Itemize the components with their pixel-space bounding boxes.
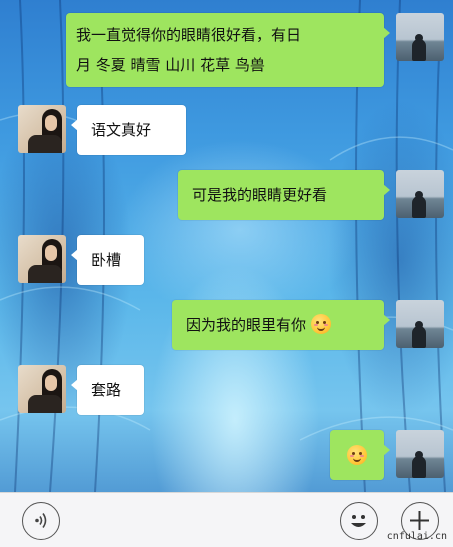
received-message-bubble[interactable]: 卧槽: [71, 235, 144, 285]
message-text: 我一直觉得你的眼睛很好看，有日: [76, 26, 302, 44]
emoji-button[interactable]: [340, 502, 378, 540]
my-avatar[interactable]: [396, 13, 444, 61]
chat-input-bar: [0, 492, 453, 547]
sent-message-bubble[interactable]: [330, 430, 390, 480]
smile-blush-emoji-icon: [310, 314, 331, 334]
my-avatar[interactable]: [396, 170, 444, 218]
message-text: 语文真好: [91, 121, 152, 139]
sent-message-bubble[interactable]: 可是我的眼睛更好看: [178, 170, 390, 220]
message-row-6: 套路: [0, 360, 453, 420]
site-watermark: cnfulai.cn: [386, 531, 447, 542]
my-avatar[interactable]: [396, 430, 444, 478]
sent-message-bubble[interactable]: 因为我的眼里有你: [172, 300, 390, 350]
contact-avatar[interactable]: [18, 235, 66, 283]
message-row-5: 因为我的眼里有你: [0, 295, 453, 355]
voice-wave-icon: [35, 513, 47, 528]
my-avatar[interactable]: [396, 300, 444, 348]
contact-avatar[interactable]: [18, 105, 66, 153]
message-row-1: 我一直觉得你的眼睛很好看，有日 月 冬夏 晴雪 山川 花草 鸟兽: [0, 0, 453, 90]
message-input[interactable]: [71, 502, 334, 542]
message-row-7: [0, 425, 453, 485]
message-text: 月 冬夏 晴雪 山川 花草 鸟兽: [76, 56, 265, 74]
message-text: 因为我的眼里有你: [186, 316, 307, 334]
message-row-2: 语文真好: [0, 100, 453, 160]
message-text: 卧槽: [91, 251, 122, 269]
contact-avatar[interactable]: [18, 365, 66, 413]
smile-blush-emoji-icon: [347, 445, 367, 465]
voice-button[interactable]: [22, 502, 60, 540]
received-message-bubble[interactable]: 套路: [71, 365, 144, 415]
message-row-4: 卧槽: [0, 230, 453, 290]
message-text: 套路: [91, 381, 122, 399]
smiley-icon: [351, 515, 366, 527]
message-text: 可是我的眼睛更好看: [192, 186, 328, 204]
sent-message-bubble[interactable]: 我一直觉得你的眼睛很好看，有日 月 冬夏 晴雪 山川 花草 鸟兽: [66, 13, 390, 87]
message-row-3: 可是我的眼睛更好看: [0, 165, 453, 225]
received-message-bubble[interactable]: 语文真好: [71, 105, 186, 155]
